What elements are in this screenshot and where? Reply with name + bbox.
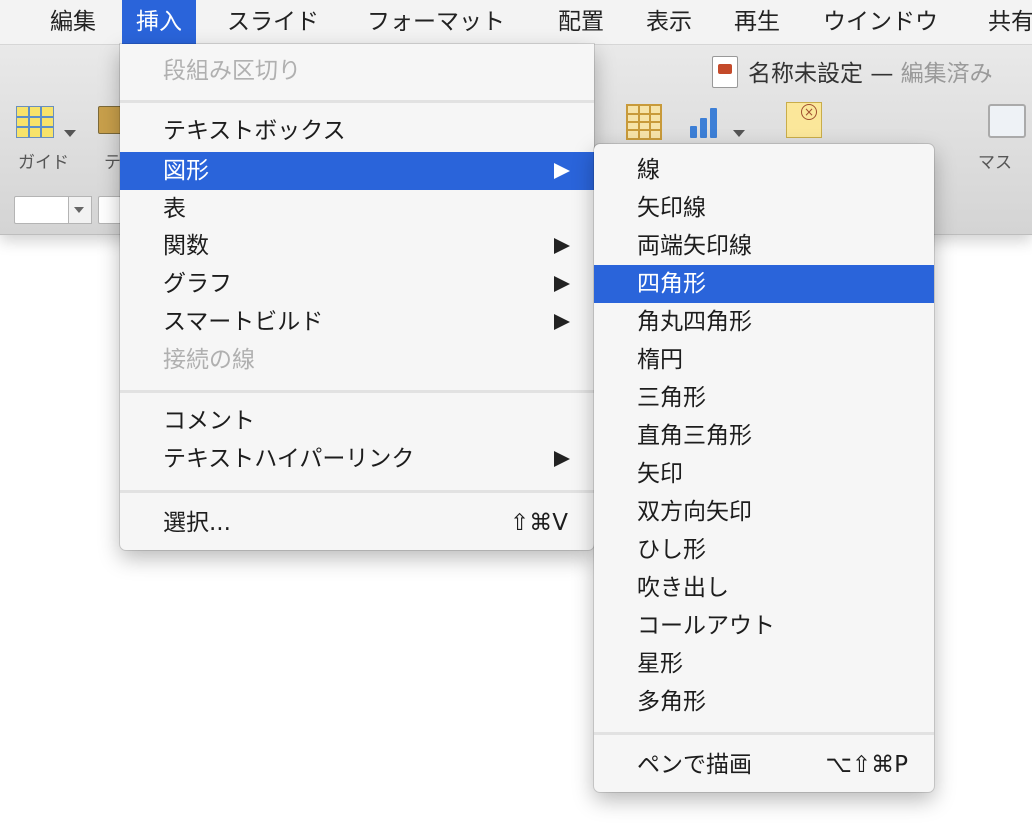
menu-separator	[120, 390, 594, 393]
menu-item-callout[interactable]: コールアウト	[594, 607, 934, 645]
menu-item-speech-bubble[interactable]: 吹き出し	[594, 569, 934, 607]
menu-item-column-break: 段組み区切り	[120, 52, 594, 90]
menu-item-label: 関数	[163, 233, 209, 259]
submenu-arrow-icon	[554, 314, 570, 330]
menu-item-label: 直角三角形	[637, 423, 752, 449]
menu-item-polygon[interactable]: 多角形	[594, 683, 934, 721]
menu-arrange[interactable]: 配置	[558, 0, 604, 44]
menu-play[interactable]: 再生	[734, 0, 780, 44]
menu-item-label: 角丸四角形	[637, 309, 752, 335]
chart-icon-bar	[700, 118, 707, 138]
menu-item-label: ひし形	[637, 537, 706, 563]
submenu-arrow-icon	[554, 238, 570, 254]
menu-item-shortcut: ⇧⌘V	[509, 510, 568, 536]
guide-grid-icon[interactable]	[16, 106, 54, 138]
menu-item-double-arrow[interactable]: 双方向矢印	[594, 493, 934, 531]
menu-item-smart-build[interactable]: スマートビルド	[120, 303, 594, 341]
menu-item-rectangle[interactable]: 四角形	[594, 265, 934, 303]
menu-share[interactable]: 共有	[988, 0, 1032, 44]
chart-icon[interactable]	[690, 102, 726, 138]
menu-item-label: グラフ	[163, 271, 232, 297]
menu-item-label: テキストボックス	[163, 118, 346, 144]
menu-item-connection-line: 接続の線	[120, 341, 594, 379]
menu-separator	[120, 490, 594, 493]
document-name: 名称未設定	[748, 61, 863, 87]
insert-menu: 段組み区切り テキストボックス 図形 表 関数 グラフ スマートビルド 接続の線	[120, 44, 594, 550]
menu-item-label: 楕円	[637, 347, 683, 373]
menu-item-label: スマートビルド	[163, 309, 324, 335]
menu-item-right-triangle[interactable]: 直角三角形	[594, 417, 934, 455]
menu-item-line[interactable]: 線	[594, 151, 934, 189]
shape-submenu: 線 矢印線 両端矢印線 四角形 角丸四角形 楕円 三角形 直角三角形 矢印 双方…	[594, 144, 934, 792]
menu-item-label: 四角形	[637, 271, 706, 297]
menu-item-shortcut: ⌥⇧⌘P	[825, 752, 908, 778]
menu-insert[interactable]: 挿入	[122, 0, 196, 44]
chart-icon-bar	[690, 126, 697, 138]
menu-item-label: 両端矢印線	[637, 233, 752, 259]
menu-item-label: 星形	[637, 651, 683, 677]
menu-item-arrow-line[interactable]: 矢印線	[594, 189, 934, 227]
menu-slide[interactable]: スライド	[227, 0, 319, 44]
menu-item-shape[interactable]: 図形	[120, 152, 594, 190]
guide-label: ガイド	[18, 153, 69, 173]
menu-item-double-arrow-line[interactable]: 両端矢印線	[594, 227, 934, 265]
submenu-arrow-icon	[554, 276, 570, 292]
menu-item-label: ペンで描画	[637, 752, 752, 778]
menu-item-label: 選択...	[163, 510, 231, 536]
menu-item-comment[interactable]: コメント	[120, 402, 594, 440]
menu-format[interactable]: フォーマット	[367, 0, 505, 44]
menu-item-star[interactable]: 星形	[594, 645, 934, 683]
menu-edit[interactable]: 編集	[50, 0, 96, 44]
menu-item-choose[interactable]: 選択... ⇧⌘V	[120, 504, 594, 542]
menu-item-chart[interactable]: グラフ	[120, 265, 594, 303]
format-field-2[interactable]	[98, 196, 122, 224]
document-status: 編集済み	[900, 61, 993, 87]
document-icon	[712, 56, 738, 88]
menu-item-table[interactable]: 表	[120, 190, 594, 228]
comment-icon[interactable]	[786, 102, 822, 138]
master-label: マス	[978, 153, 1012, 173]
menu-item-oval[interactable]: 楕円	[594, 341, 934, 379]
title-dash: —	[870, 61, 894, 87]
menu-item-label: 図形	[163, 158, 209, 184]
chart-dropdown-icon[interactable]	[733, 130, 745, 137]
menu-bar: 編集 挿入 スライド フォーマット 配置 表示 再生 ウインドウ 共有	[0, 0, 1032, 45]
menu-item-text-hyperlink[interactable]: テキストハイパーリンク	[120, 440, 594, 478]
menu-separator	[594, 732, 934, 735]
format-field-dropdown[interactable]	[68, 196, 92, 224]
menu-separator	[120, 100, 594, 103]
menu-item-label: 多角形	[637, 689, 706, 715]
menu-item-label: 双方向矢印	[637, 499, 752, 525]
menu-item-label: 接続の線	[163, 347, 255, 373]
menu-item-function[interactable]: 関数	[120, 227, 594, 265]
chart-icon-bar	[710, 108, 717, 138]
menu-item-label: 三角形	[637, 385, 706, 411]
screen: 名称未設定 — 編集済み ガイド テ マス 編集 挿入 スライド フォーマット …	[0, 0, 1032, 828]
submenu-arrow-icon	[554, 163, 570, 179]
menu-window[interactable]: ウインドウ	[823, 0, 938, 44]
menu-item-label: コメント	[163, 408, 255, 434]
menu-item-label: 吹き出し	[637, 575, 729, 601]
master-icon[interactable]	[988, 104, 1026, 138]
menu-item-rounded-rectangle[interactable]: 角丸四角形	[594, 303, 934, 341]
format-field[interactable]	[14, 196, 70, 224]
menu-item-label: 線	[637, 157, 660, 183]
menu-item-arrow[interactable]: 矢印	[594, 455, 934, 493]
menu-item-label: 段組み区切り	[163, 58, 301, 84]
menu-item-diamond[interactable]: ひし形	[594, 531, 934, 569]
menu-item-label: 矢印	[637, 461, 683, 487]
window-title: 名称未設定 — 編集済み	[748, 54, 993, 88]
menu-item-label: 矢印線	[637, 195, 706, 221]
menu-item-text-box[interactable]: テキストボックス	[120, 112, 594, 150]
menu-item-draw-with-pen[interactable]: ペンで描画 ⌥⇧⌘P	[594, 746, 934, 784]
guide-dropdown-icon[interactable]	[64, 130, 76, 137]
theme-label: テ	[104, 153, 121, 173]
menu-item-label: テキストハイパーリンク	[163, 446, 415, 472]
menu-view[interactable]: 表示	[646, 0, 692, 44]
menu-item-label: 表	[163, 196, 186, 222]
table-icon[interactable]	[626, 104, 662, 140]
menu-item-triangle[interactable]: 三角形	[594, 379, 934, 417]
submenu-arrow-icon	[554, 451, 570, 467]
menu-item-label: コールアウト	[637, 613, 775, 639]
